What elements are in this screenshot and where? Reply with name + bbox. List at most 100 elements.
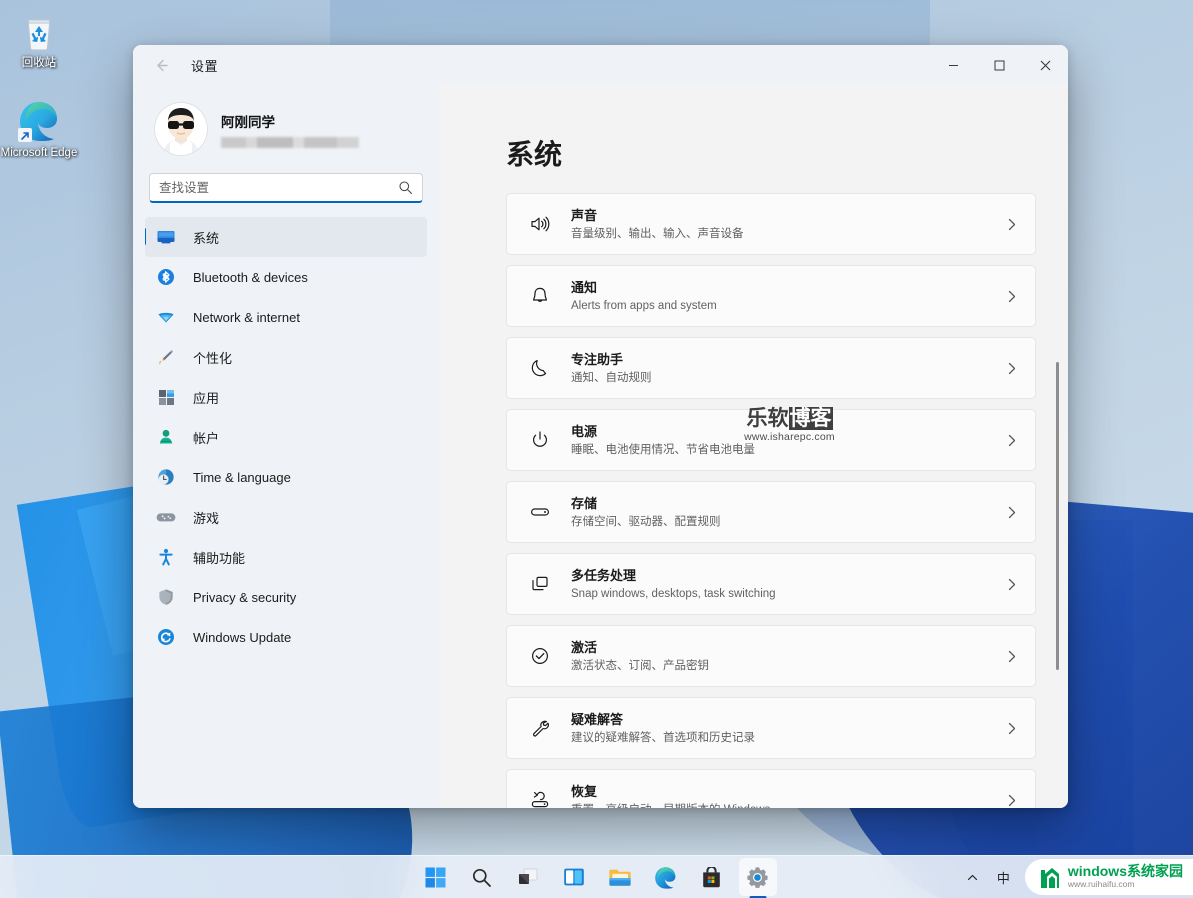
profile-name: 阿刚同学 xyxy=(221,111,359,131)
card-subtitle: 建议的疑难解答、首选项和历史记录 xyxy=(571,730,1004,746)
ime-indicator[interactable]: 中 xyxy=(988,861,1019,893)
sidebar-item-time-language[interactable]: Time & language xyxy=(145,457,427,497)
tray-wm-cn: 系统家园 xyxy=(1127,863,1183,879)
sidebar-item-label: Network & internet xyxy=(193,310,300,325)
back-arrow-icon xyxy=(153,57,170,74)
chevron-right-icon[interactable] xyxy=(1004,289,1019,304)
settings-card-activation[interactable]: 激活 激活状态、订阅、产品密钥 xyxy=(506,625,1036,687)
sidebar-item-gaming[interactable]: 游戏 xyxy=(145,497,427,537)
sidebar-item-network-internet[interactable]: Network & internet xyxy=(145,297,427,337)
settings-card-power[interactable]: 电源 睡眠、电池使用情况、节省电池电量 xyxy=(506,409,1036,471)
tray-overflow-button[interactable] xyxy=(957,861,988,893)
start-button[interactable] xyxy=(417,858,455,896)
sidebar-item-label: Bluetooth & devices xyxy=(193,270,308,285)
sidebar-item-label: 系统 xyxy=(193,228,219,247)
settings-window[interactable]: 设置 xyxy=(133,45,1068,808)
card-title: 专注助手 xyxy=(571,351,1004,368)
multitasking-icon xyxy=(525,573,555,595)
taskbar[interactable]: 中 windows系统家园 www.ruihaifu.com xyxy=(0,855,1193,898)
user-profile[interactable]: 阿刚同学 xyxy=(145,85,427,161)
chevron-right-icon[interactable] xyxy=(1004,649,1019,664)
file-explorer-button[interactable] xyxy=(601,858,639,896)
chevron-right-icon[interactable] xyxy=(1004,361,1019,376)
chevron-right-icon[interactable] xyxy=(1004,721,1019,736)
sidebar-nav: 系统 Bluetooth & devices xyxy=(145,217,427,657)
window-titlebar[interactable]: 设置 xyxy=(133,45,1068,85)
minimize-button[interactable] xyxy=(930,45,976,85)
bell-icon xyxy=(525,285,555,307)
settings-card-troubleshoot[interactable]: 疑难解答 建议的疑难解答、首选项和历史记录 xyxy=(506,697,1036,759)
card-text: 多任务处理 Snap windows, desktops, task switc… xyxy=(571,567,1004,602)
desktop-icon-recycle-bin[interactable]: 回收站 xyxy=(0,8,78,70)
sidebar: 阿刚同学 xyxy=(133,85,439,808)
check-circle-icon xyxy=(525,645,555,667)
gaming-icon xyxy=(155,506,177,528)
chevron-right-icon[interactable] xyxy=(1004,577,1019,592)
chevron-right-icon[interactable] xyxy=(1004,217,1019,232)
avatar xyxy=(155,103,207,155)
taskbar-buttons xyxy=(417,858,777,896)
sidebar-item-bluetooth-devices[interactable]: Bluetooth & devices xyxy=(145,257,427,297)
search-box[interactable] xyxy=(149,173,423,203)
card-text: 恢复 重置、高级启动、早期版本的 Windows xyxy=(571,783,1004,809)
desktop[interactable]: 回收站 Microsoft Edge xyxy=(0,0,1193,898)
content-scrollbar[interactable] xyxy=(1056,362,1059,762)
chevron-right-icon[interactable] xyxy=(1004,433,1019,448)
sidebar-item-personalization[interactable]: 个性化 xyxy=(145,337,427,377)
power-icon xyxy=(525,429,555,451)
store-button[interactable] xyxy=(693,858,731,896)
maximize-button[interactable] xyxy=(976,45,1022,85)
edge-icon xyxy=(654,866,677,889)
windows-logo-icon xyxy=(425,867,446,888)
profile-email-redacted xyxy=(221,137,359,148)
close-button[interactable] xyxy=(1022,45,1068,85)
desktop-icon-edge[interactable]: Microsoft Edge xyxy=(0,98,78,160)
sidebar-item-label: 游戏 xyxy=(193,508,219,527)
microsoft-store-icon xyxy=(701,867,722,888)
edge-button[interactable] xyxy=(647,858,685,896)
scrollbar-thumb[interactable] xyxy=(1056,362,1059,670)
chevron-right-icon[interactable] xyxy=(1004,505,1019,520)
settings-card-recovery[interactable]: 恢复 重置、高级启动、早期版本的 Windows xyxy=(506,769,1036,808)
sidebar-item-system[interactable]: 系统 xyxy=(145,217,427,257)
settings-button[interactable] xyxy=(739,858,777,896)
sidebar-item-label: 个性化 xyxy=(193,348,232,367)
chevron-right-icon[interactable] xyxy=(1004,793,1019,808)
bluetooth-icon xyxy=(155,266,177,288)
search-button[interactable] xyxy=(463,858,501,896)
settings-card-multitasking[interactable]: 多任务处理 Snap windows, desktops, task switc… xyxy=(506,553,1036,615)
card-subtitle: 存储空间、驱动器、配置规则 xyxy=(571,514,1004,530)
gear-icon xyxy=(746,866,769,889)
settings-card-sound[interactable]: 声音 音量级别、输出、输入、声音设备 xyxy=(506,193,1036,255)
card-title: 疑难解答 xyxy=(571,711,1004,728)
settings-card-focus-assist[interactable]: 专注助手 通知、自动规则 xyxy=(506,337,1036,399)
settings-cards-list[interactable]: 声音 音量级别、输出、输入、声音设备 xyxy=(453,193,1068,808)
search-input[interactable] xyxy=(159,181,398,195)
time-language-icon xyxy=(155,466,177,488)
widgets-button[interactable] xyxy=(555,858,593,896)
card-text: 声音 音量级别、输出、输入、声音设备 xyxy=(571,207,1004,242)
task-view-button[interactable] xyxy=(509,858,547,896)
card-subtitle: 激活状态、订阅、产品密钥 xyxy=(571,658,1004,674)
sidebar-item-accessibility[interactable]: 辅助功能 xyxy=(145,537,427,577)
personalization-icon xyxy=(155,346,177,368)
desktop-icon-label: 回收站 xyxy=(0,57,78,70)
search-icon[interactable] xyxy=(398,180,413,195)
sidebar-item-windows-update[interactable]: Windows Update xyxy=(145,617,427,657)
card-text: 电源 睡眠、电池使用情况、节省电池电量 xyxy=(571,423,1004,458)
recycle-bin-icon xyxy=(16,8,62,54)
card-subtitle: 重置、高级启动、早期版本的 Windows xyxy=(571,802,1004,809)
card-title: 通知 xyxy=(571,279,1004,296)
sidebar-item-apps[interactable]: 应用 xyxy=(145,377,427,417)
card-subtitle: 睡眠、电池使用情况、节省电池电量 xyxy=(571,442,1004,458)
sidebar-item-privacy-security[interactable]: Privacy & security xyxy=(145,577,427,617)
settings-card-notifications[interactable]: 通知 Alerts from apps and system xyxy=(506,265,1036,327)
settings-card-storage[interactable]: 存储 存储空间、驱动器、配置规则 xyxy=(506,481,1036,543)
accounts-icon xyxy=(155,426,177,448)
main-content: 系统 声音 音量级别、输出 xyxy=(439,85,1068,808)
back-button[interactable] xyxy=(145,49,177,81)
recovery-icon xyxy=(525,789,555,808)
card-title: 激活 xyxy=(571,639,1004,656)
accessibility-icon xyxy=(155,546,177,568)
sidebar-item-accounts[interactable]: 帐户 xyxy=(145,417,427,457)
